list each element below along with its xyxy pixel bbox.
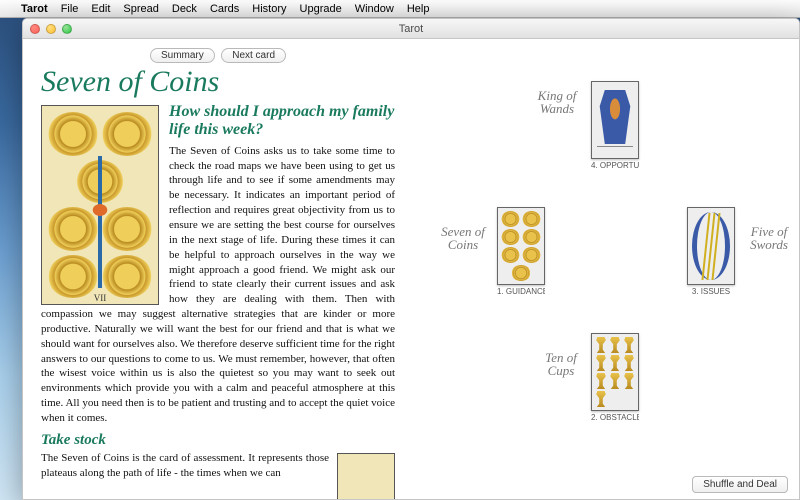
- menu-file[interactable]: File: [61, 3, 79, 15]
- menu-edit[interactable]: Edit: [91, 3, 110, 15]
- card-king-of-wands-icon: [591, 81, 639, 159]
- card-illustration-small: [337, 453, 395, 499]
- window-title: Tarot: [399, 23, 423, 35]
- minimize-icon[interactable]: [46, 24, 56, 34]
- menu-window[interactable]: Window: [355, 3, 394, 15]
- next-card-button[interactable]: Next card: [221, 48, 286, 63]
- spread-card-name-1: Seven of Coins: [433, 225, 493, 251]
- spread-slot-1[interactable]: Seven of Coins 1. GUIDANCE: [497, 207, 545, 296]
- summary-button[interactable]: Summary: [150, 48, 215, 63]
- card-roman-numeral: VII: [42, 293, 158, 303]
- spread-caption-3: 3. ISSUES: [687, 287, 735, 296]
- menu-upgrade[interactable]: Upgrade: [300, 3, 342, 15]
- menu-deck[interactable]: Deck: [172, 3, 197, 15]
- card-seven-of-coins-icon: [497, 207, 545, 285]
- card-five-of-swords-icon: [687, 207, 735, 285]
- spread-caption-4: 4. OPPORTUNITI: [591, 161, 639, 170]
- spread-caption-1: 1. GUIDANCE: [497, 287, 545, 296]
- app-menu[interactable]: Tarot: [21, 3, 48, 15]
- shuffle-and-deal-button[interactable]: Shuffle and Deal: [692, 476, 788, 493]
- card-title: Seven of Coins: [41, 67, 395, 97]
- menu-help[interactable]: Help: [407, 3, 430, 15]
- close-icon[interactable]: [30, 24, 40, 34]
- spread-card-name-2: Ten of Cups: [531, 351, 591, 377]
- section-heading-take-stock: Take stock: [41, 432, 395, 449]
- reading-pane: Summary Next card Seven of Coins VII: [23, 39, 403, 499]
- zoom-icon[interactable]: [62, 24, 72, 34]
- menubar: Tarot File Edit Spread Deck Cards Histor…: [0, 0, 800, 18]
- titlebar[interactable]: Tarot: [23, 19, 799, 39]
- spread-caption-2: 2. OBSTACLES: [591, 413, 639, 422]
- menu-spread[interactable]: Spread: [123, 3, 158, 15]
- menu-cards[interactable]: Cards: [210, 3, 239, 15]
- card-illustration-large: VII: [41, 105, 159, 305]
- card-ten-of-cups-icon: [591, 333, 639, 411]
- spread-pane: King of Wands 4. OPPORTUNITI Seven of Co…: [403, 39, 799, 499]
- main-window: Tarot Summary Next card Seven of Coins: [22, 18, 800, 500]
- spread-slot-3[interactable]: Five of Swords 3. ISSUES: [687, 207, 735, 296]
- spread-card-name-4: King of Wands: [527, 89, 587, 115]
- menu-history[interactable]: History: [252, 3, 286, 15]
- spread-card-name-3: Five of Swords: [739, 225, 799, 251]
- spread-slot-4[interactable]: King of Wands 4. OPPORTUNITI: [591, 81, 639, 170]
- spread-slot-2[interactable]: Ten of Cups 2. OBSTACLES: [591, 333, 639, 422]
